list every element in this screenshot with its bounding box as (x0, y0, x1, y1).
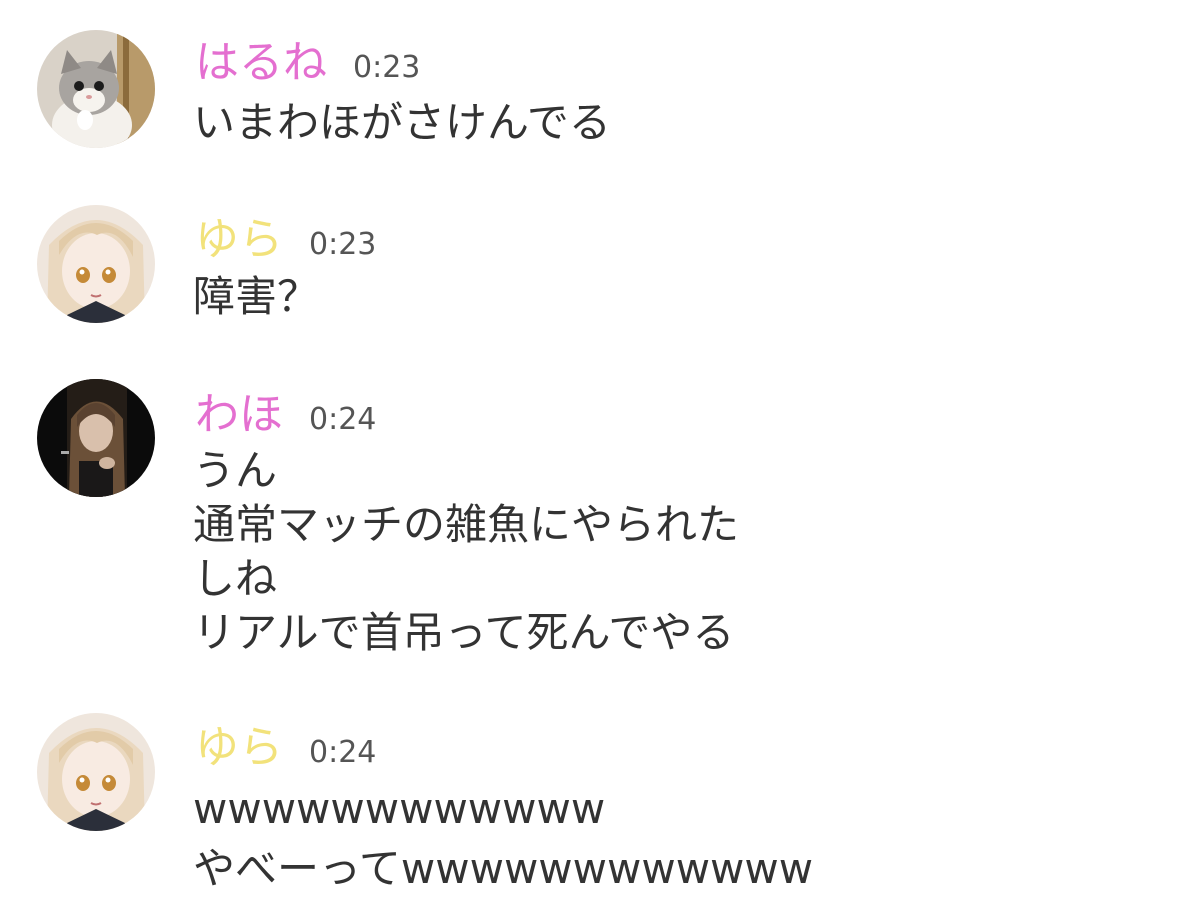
message-line: いまわほがさけんでる (193, 98, 611, 147)
message-line: やべーってwwwwwwwwwwww (193, 844, 814, 893)
message-header: はるね 0:23 (195, 33, 420, 93)
message-line: wwwwwwwwwwww (193, 784, 606, 833)
author-name[interactable]: ゆら (195, 718, 283, 778)
message-text: いまわほがさけんでる (193, 96, 611, 150)
message-line: 通常マッチの雑魚にやられた (193, 500, 740, 549)
message-line: 障害？ (193, 272, 320, 321)
message-timestamp: 0:24 (309, 735, 377, 770)
kitten-avatar-icon[interactable] (37, 30, 155, 148)
message-timestamp: 0:24 (309, 402, 377, 437)
message-header: ゆら 0:23 (195, 210, 376, 270)
author-name[interactable]: はるね (195, 33, 327, 93)
message-text: wwwwwwwwwwww やべーってwwwwwwwwwwww (193, 782, 813, 896)
author-name[interactable]: ゆら (195, 210, 283, 270)
anime-girl-avatar-icon[interactable] (37, 205, 155, 323)
author-name[interactable]: わほ (195, 385, 283, 445)
message-header: わほ 0:24 (195, 385, 376, 445)
message-text: うん 通常マッチの雑魚にやられた しね リアルで首吊って死んでやる (193, 444, 739, 660)
message-line: リアルで首吊って死んでやる (193, 608, 735, 657)
dark-portrait-avatar-icon[interactable] (37, 379, 155, 497)
chat-log: はるね 0:23 いまわほがさけんでる ゆら 0:23 障害？ わほ 0:24 … (0, 0, 1179, 923)
message-header: ゆら 0:24 (195, 718, 376, 778)
message-line: しね (193, 554, 278, 603)
message-text: 障害？ (193, 270, 319, 324)
message-timestamp: 0:23 (309, 227, 377, 262)
message-line: うん (193, 446, 278, 495)
anime-girl-avatar-icon[interactable] (37, 713, 155, 831)
message-timestamp: 0:23 (353, 50, 421, 85)
